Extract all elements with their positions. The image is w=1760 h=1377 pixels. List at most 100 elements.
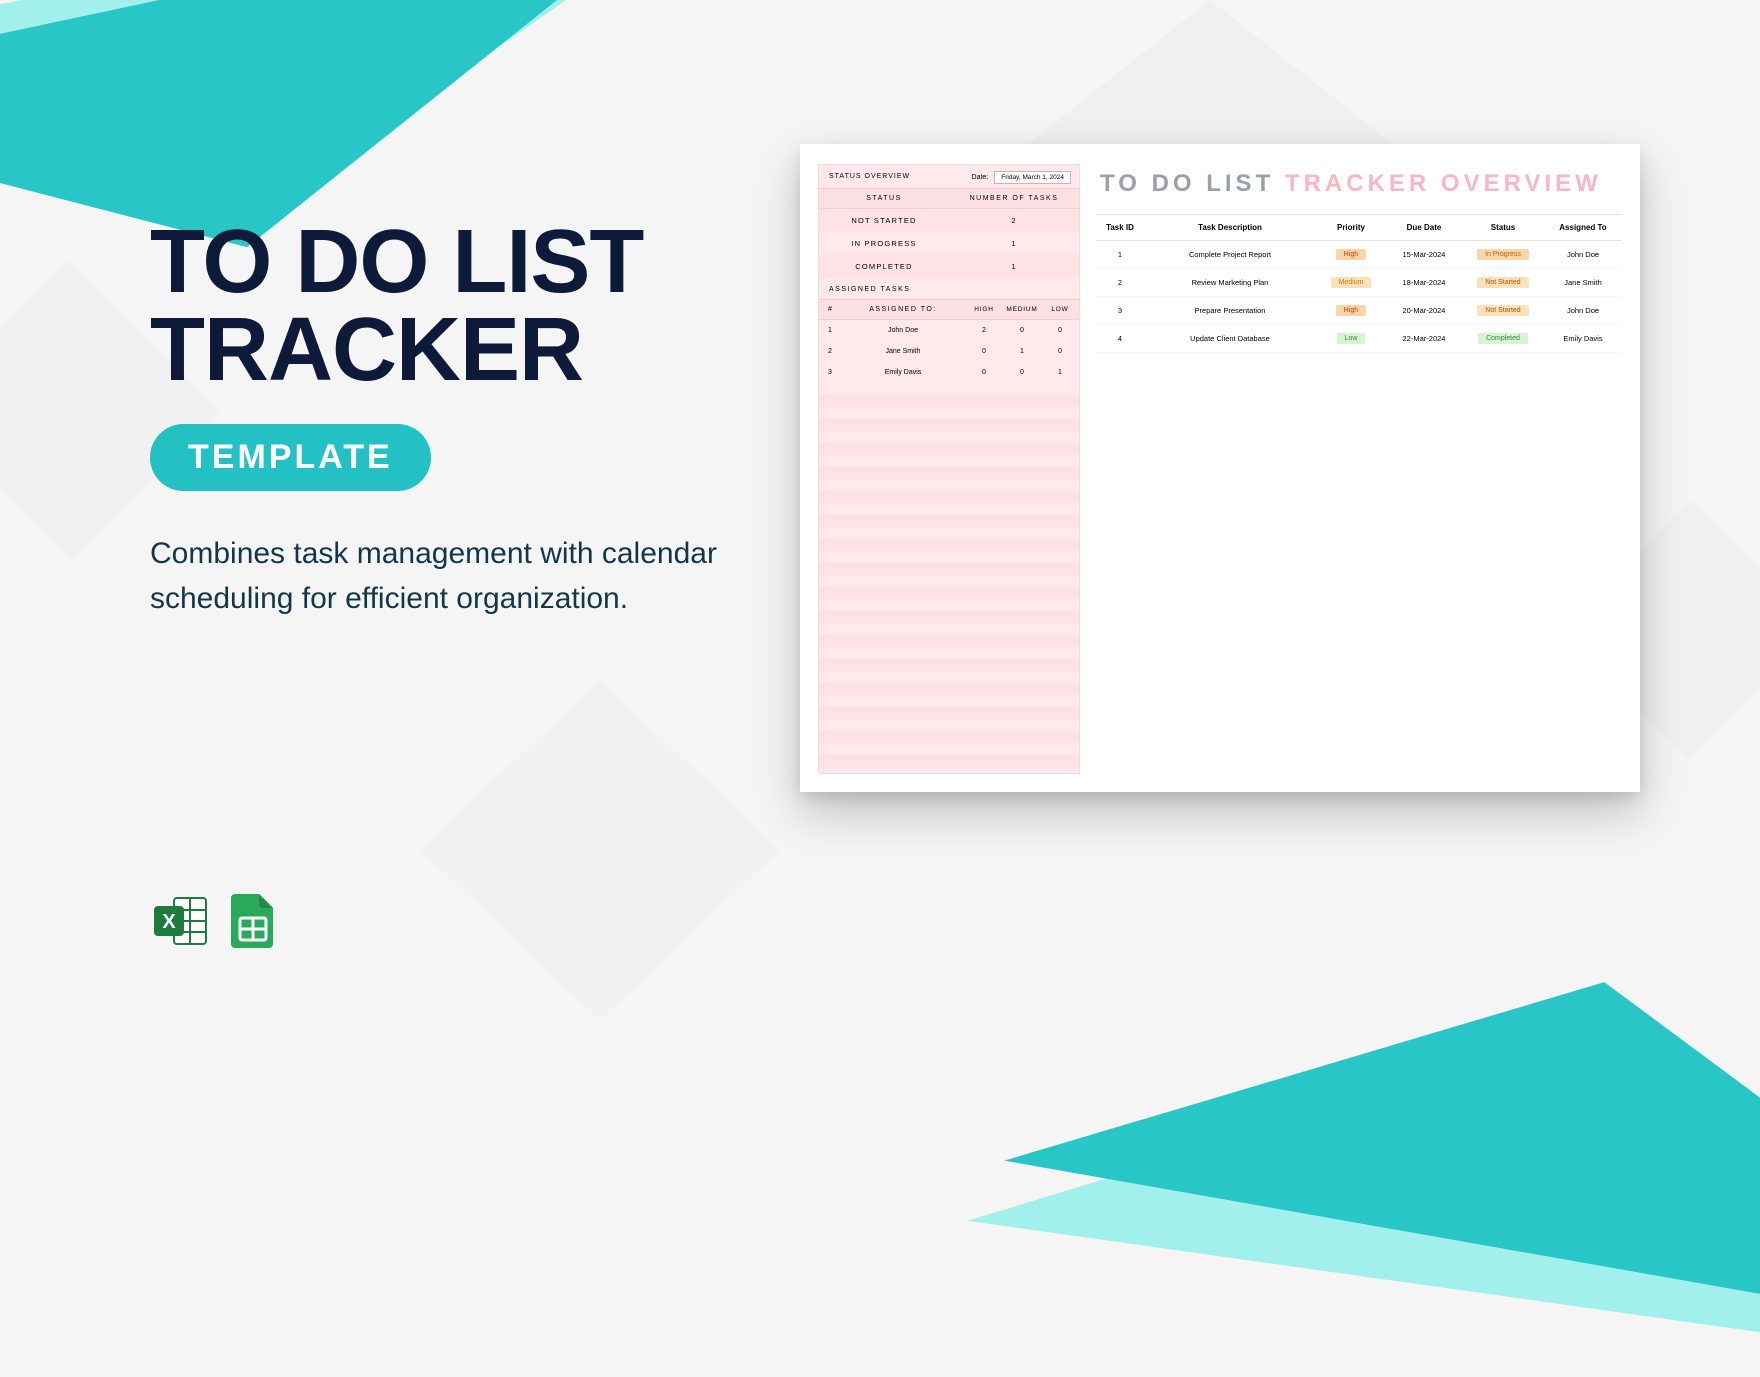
status-chip: In Progress — [1477, 249, 1529, 260]
google-sheets-icon — [224, 892, 282, 950]
hero-subtitle: Combines task management with calendar s… — [150, 531, 730, 621]
col-low: LOW — [1041, 300, 1079, 319]
col-num: # — [819, 300, 841, 319]
cell-priority: Medium — [1316, 269, 1386, 296]
cell-id: 2 — [1096, 270, 1144, 295]
table-row: 4Update Client Database Low 22-Mar-2024 Com… — [1096, 325, 1622, 353]
cell-status: Not Started — [1462, 297, 1544, 324]
priority-chip: High — [1336, 305, 1366, 316]
svg-text:X: X — [162, 911, 176, 933]
cell-status: Not Started — [1462, 269, 1544, 296]
cell-high: 0 — [965, 362, 1003, 383]
empty-rows-filler — [819, 383, 1079, 773]
col-medium: MEDIUM — [1003, 300, 1041, 319]
cell-low: 0 — [1041, 320, 1079, 341]
status-row: NOT STARTED2 — [819, 209, 1079, 232]
hero-heading: TO DO LIST TRACKER — [150, 218, 770, 394]
preview-left-panel: STATUS OVERVIEW Date: Friday, March 1, 2… — [818, 164, 1080, 774]
status-count: 2 — [949, 209, 1079, 232]
hero-heading-line2: TRACKER — [150, 306, 770, 394]
excel-icon: X — [152, 892, 210, 950]
th-id: Task ID — [1096, 215, 1144, 240]
format-icons-row: X — [152, 892, 282, 950]
status-col-label: STATUS — [819, 189, 949, 208]
cell-num: 2 — [819, 341, 841, 362]
cell-status: Completed — [1462, 325, 1544, 352]
hero-text-block: TO DO LIST TRACKER TEMPLATE Combines tas… — [150, 218, 770, 621]
cell-due: 18-Mar-2024 — [1386, 270, 1462, 295]
cell-high: 2 — [965, 320, 1003, 341]
cell-status: In Progress — [1462, 241, 1544, 268]
th-due: Due Date — [1386, 215, 1462, 240]
hero-heading-line1: TO DO LIST — [150, 218, 770, 306]
priority-chip: Low — [1337, 333, 1366, 344]
priority-chip: Medium — [1331, 277, 1372, 288]
cell-id: 1 — [1096, 242, 1144, 267]
cell-desc: Complete Project Report — [1144, 242, 1316, 267]
status-chip: Not Started — [1477, 305, 1528, 316]
th-assigned: Assigned To — [1544, 215, 1622, 240]
template-badge: TEMPLATE — [150, 424, 431, 491]
th-priority: Priority — [1316, 215, 1386, 240]
assigned-section-label: ASSIGNED TASKS — [819, 278, 1079, 299]
cell-due: 20-Mar-2024 — [1386, 298, 1462, 323]
cell-priority: High — [1316, 241, 1386, 268]
date-label: Date: — [972, 174, 989, 181]
cell-low: 1 — [1041, 362, 1079, 383]
cell-due: 15-Mar-2024 — [1386, 242, 1462, 267]
numtasks-col-label: NUMBER OF TASKS — [949, 189, 1079, 208]
cell-assigned: John Doe — [1544, 298, 1622, 323]
cell-assigned: John Doe — [1544, 242, 1622, 267]
table-row: 3Prepare Presentation High 20-Mar-2024 Not … — [1096, 297, 1622, 325]
priority-chip: High — [1336, 249, 1366, 260]
assigned-header: # ASSIGNED TO: HIGH MEDIUM LOW — [819, 299, 1079, 320]
preview-title-gray: TO DO LIST — [1100, 170, 1274, 197]
status-name: COMPLETED — [819, 255, 949, 278]
assigned-row: 2Jane Smith010 — [819, 341, 1079, 362]
cell-num: 1 — [819, 320, 841, 341]
cell-priority: High — [1316, 297, 1386, 324]
table-row: 2Review Marketing Plan Medium 18-Mar-2024 N… — [1096, 269, 1622, 297]
th-status: Status — [1462, 215, 1544, 240]
assigned-row: 1John Doe200 — [819, 320, 1079, 341]
status-name: IN PROGRESS — [819, 232, 949, 255]
cell-medium: 0 — [1003, 320, 1041, 341]
date-value: Friday, March 1, 2024 — [994, 171, 1071, 184]
cell-name: John Doe — [841, 320, 965, 341]
cell-priority: Low — [1316, 325, 1386, 352]
cell-low: 0 — [1041, 341, 1079, 362]
cell-medium: 1 — [1003, 341, 1041, 362]
status-chip: Completed — [1478, 333, 1528, 344]
cell-desc: Review Marketing Plan — [1144, 270, 1316, 295]
col-assigned: ASSIGNED TO: — [841, 300, 965, 319]
col-high: HIGH — [965, 300, 1003, 319]
table-row: 1Complete Project Report High 15-Mar-2024 I… — [1096, 241, 1622, 269]
cell-assigned: Emily Davis — [1544, 326, 1622, 351]
cell-assigned: Jane Smith — [1544, 270, 1622, 295]
status-row: IN PROGRESS1 — [819, 232, 1079, 255]
status-overview-header: STATUS NUMBER OF TASKS — [819, 188, 1079, 209]
preview-right-panel: TO DO LIST TRACKER OVERVIEW Task ID Task… — [1096, 164, 1622, 774]
cell-id: 4 — [1096, 326, 1144, 351]
cell-medium: 0 — [1003, 362, 1041, 383]
template-preview-card: STATUS OVERVIEW Date: Friday, March 1, 2… — [800, 144, 1640, 792]
overview-section-label: STATUS OVERVIEW — [819, 165, 968, 188]
status-chip: Not Started — [1477, 277, 1528, 288]
th-desc: Task Description — [1144, 215, 1316, 240]
cell-high: 0 — [965, 341, 1003, 362]
bg-shape — [420, 680, 780, 1020]
preview-title: TO DO LIST TRACKER OVERVIEW — [1096, 164, 1622, 214]
cell-desc: Update Client Database — [1144, 326, 1316, 351]
cell-id: 3 — [1096, 298, 1144, 323]
status-count: 1 — [949, 255, 1079, 278]
status-name: NOT STARTED — [819, 209, 949, 232]
status-row: COMPLETED1 — [819, 255, 1079, 278]
cell-desc: Prepare Presentation — [1144, 298, 1316, 323]
status-count: 1 — [949, 232, 1079, 255]
cell-name: Emily Davis — [841, 362, 965, 383]
assigned-row: 3Emily Davis001 — [819, 362, 1079, 383]
preview-title-pink: TRACKER OVERVIEW — [1285, 170, 1602, 197]
cell-due: 22-Mar-2024 — [1386, 326, 1462, 351]
cell-num: 3 — [819, 362, 841, 383]
cell-name: Jane Smith — [841, 341, 965, 362]
